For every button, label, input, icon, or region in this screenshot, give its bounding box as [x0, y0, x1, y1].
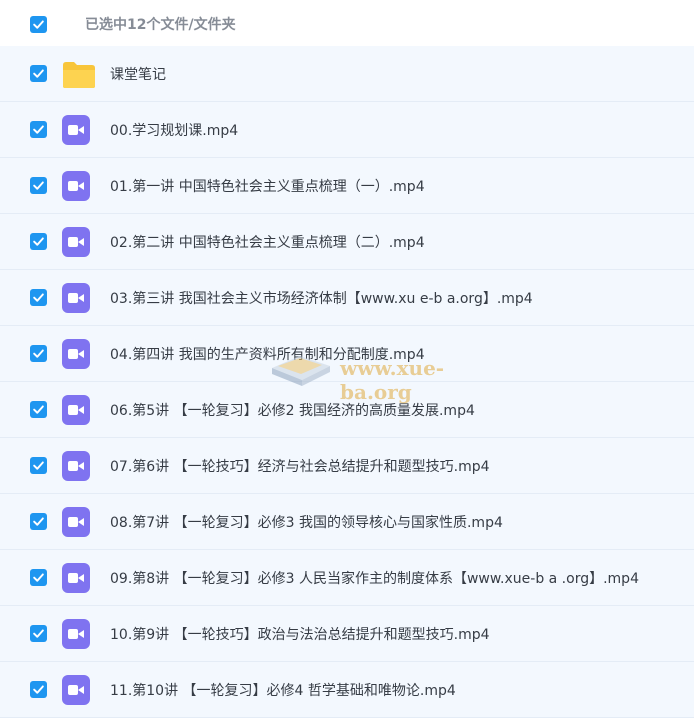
checkmark-icon — [33, 461, 44, 470]
checkmark-icon — [33, 405, 44, 414]
file-name[interactable]: 03.第三讲 我国社会主义市场经济体制【www.xu e-b a.org】.mp… — [110, 288, 533, 308]
file-row[interactable]: 02.第二讲 中国特色社会主义重点梳理（二）.mp4 — [0, 214, 694, 270]
file-name[interactable]: 10.第9讲 【一轮技巧】政治与法治总结提升和题型技巧.mp4 — [110, 624, 490, 644]
row-checkbox[interactable] — [30, 457, 47, 474]
row-checkbox[interactable] — [30, 345, 47, 362]
file-row[interactable]: 00.学习规划课.mp4 — [0, 102, 694, 158]
row-checkbox[interactable] — [30, 569, 47, 586]
select-all-checkbox[interactable] — [30, 16, 47, 33]
video-icon — [62, 171, 90, 201]
checkmark-icon — [33, 629, 44, 638]
file-row[interactable]: 10.第9讲 【一轮技巧】政治与法治总结提升和题型技巧.mp4 — [0, 606, 694, 662]
file-name[interactable]: 08.第7讲 【一轮复习】必修3 我国的领导核心与国家性质.mp4 — [110, 512, 503, 532]
row-checkbox[interactable] — [30, 233, 47, 250]
file-name[interactable]: 01.第一讲 中国特色社会主义重点梳理（一）.mp4 — [110, 176, 425, 196]
checkmark-icon — [33, 237, 44, 246]
video-icon — [62, 451, 90, 481]
checkmark-icon — [33, 517, 44, 526]
file-name[interactable]: 07.第6讲 【一轮技巧】经济与社会总结提升和题型技巧.mp4 — [110, 456, 490, 476]
folder-row[interactable]: 课堂笔记 — [0, 46, 694, 102]
checkmark-icon — [33, 293, 44, 302]
video-icon — [62, 227, 90, 257]
file-name[interactable]: 09.第8讲 【一轮复习】必修3 人民当家作主的制度体系【www.xue-b a… — [110, 568, 639, 588]
watermark-text: www.xue-ba.org — [340, 356, 445, 404]
selection-count-text: 已选中12个文件/文件夹 — [85, 17, 236, 33]
file-name[interactable]: 课堂笔记 — [110, 64, 166, 84]
checkmark-icon — [33, 349, 44, 358]
file-name[interactable]: 11.第10讲 【一轮复习】必修4 哲学基础和唯物论.mp4 — [110, 680, 456, 700]
folder-icon — [62, 61, 96, 89]
checkmark-icon — [33, 125, 44, 134]
row-checkbox[interactable] — [30, 625, 47, 642]
video-icon — [62, 283, 90, 313]
checkmark-icon — [33, 573, 44, 582]
checkmark-icon — [33, 685, 44, 694]
file-row[interactable]: 09.第8讲 【一轮复习】必修3 人民当家作主的制度体系【www.xue-b a… — [0, 550, 694, 606]
row-checkbox[interactable] — [30, 177, 47, 194]
file-row[interactable]: 01.第一讲 中国特色社会主义重点梳理（一）.mp4 — [0, 158, 694, 214]
video-icon — [62, 507, 90, 537]
row-checkbox[interactable] — [30, 513, 47, 530]
video-icon — [62, 395, 90, 425]
checkmark-icon — [33, 20, 44, 29]
row-checkbox[interactable] — [30, 65, 47, 82]
file-name[interactable]: 00.学习规划课.mp4 — [110, 120, 238, 140]
video-icon — [62, 619, 90, 649]
file-row[interactable]: 07.第6讲 【一轮技巧】经济与社会总结提升和题型技巧.mp4 — [0, 438, 694, 494]
file-row[interactable]: 03.第三讲 我国社会主义市场经济体制【www.xu e-b a.org】.mp… — [0, 270, 694, 326]
video-icon — [62, 563, 90, 593]
row-checkbox[interactable] — [30, 121, 47, 138]
checkmark-icon — [33, 181, 44, 190]
row-checkbox[interactable] — [30, 289, 47, 306]
row-checkbox[interactable] — [30, 401, 47, 418]
row-checkbox[interactable] — [30, 681, 47, 698]
watermark: www.xue-ba.org — [268, 346, 498, 404]
video-icon — [62, 115, 90, 145]
selection-header: 已选中12个文件/文件夹 — [0, 0, 694, 46]
file-row[interactable]: 08.第7讲 【一轮复习】必修3 我国的领导核心与国家性质.mp4 — [0, 494, 694, 550]
book-stack-logo-icon — [272, 356, 330, 386]
checkmark-icon — [33, 69, 44, 78]
file-name[interactable]: 02.第二讲 中国特色社会主义重点梳理（二）.mp4 — [110, 232, 425, 252]
file-row[interactable]: 11.第10讲 【一轮复习】必修4 哲学基础和唯物论.mp4 — [0, 662, 694, 718]
video-icon — [62, 675, 90, 705]
video-icon — [62, 339, 90, 369]
